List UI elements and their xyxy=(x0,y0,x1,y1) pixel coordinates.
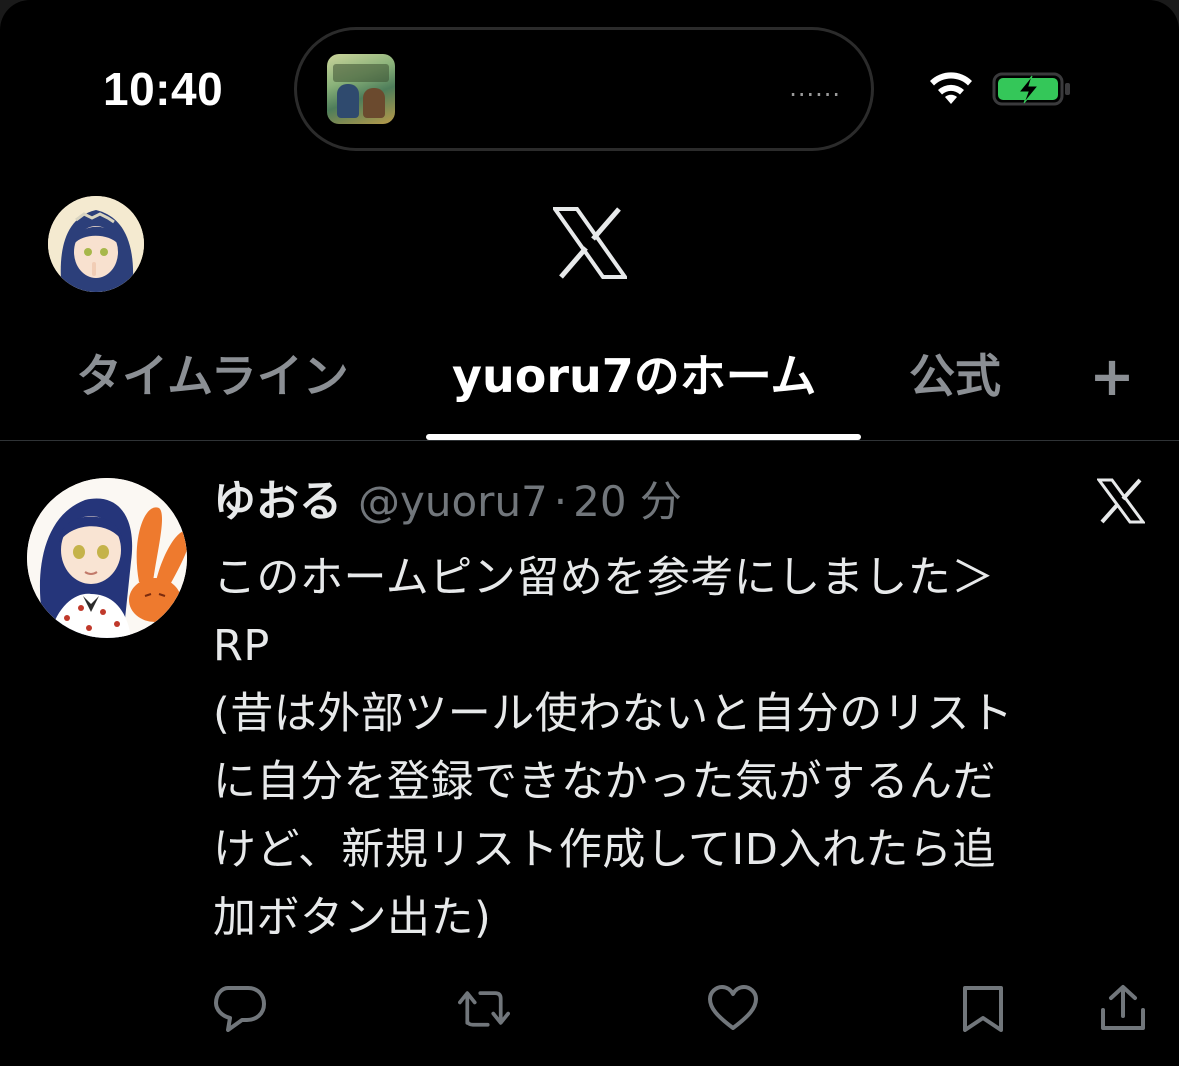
header-separator: · xyxy=(553,477,568,526)
timeline-tabs: タイムライン yuoru7のホーム 公式 + xyxy=(0,340,1179,440)
wifi-icon xyxy=(930,72,972,104)
dynamic-island[interactable]: ...... xyxy=(297,30,871,148)
tab-official[interactable]: 公式 xyxy=(909,340,1001,412)
x-logo-icon[interactable] xyxy=(553,207,627,279)
profile-avatar-button[interactable] xyxy=(48,196,144,292)
tab-timeline[interactable]: タイムライン xyxy=(76,340,349,412)
like-icon xyxy=(708,985,758,1030)
retweet-icon xyxy=(458,991,510,1027)
author-illustration-icon xyxy=(27,478,187,638)
bookmark-button[interactable] xyxy=(957,984,1009,1032)
add-tab-button[interactable]: + xyxy=(1088,348,1136,406)
reply-button[interactable] xyxy=(214,984,266,1032)
share-button[interactable] xyxy=(1097,984,1149,1032)
tab-yuoru7-home[interactable]: yuoru7のホーム xyxy=(452,340,816,412)
tweet-author-avatar[interactable] xyxy=(27,478,187,638)
author-name[interactable]: ゆおる xyxy=(213,477,342,527)
battery-charging-icon xyxy=(992,72,1070,106)
retweet-button[interactable] xyxy=(458,984,510,1032)
tweet-header: ゆおる @yuoru7 · 20 分 xyxy=(213,474,682,530)
author-handle[interactable]: @yuoru7 xyxy=(358,477,548,526)
island-dots: ...... xyxy=(789,74,841,102)
header-divider xyxy=(0,440,1179,441)
app-screen: 10:40 ...... タイムライン yuoru7のホーム 公式 + ゆおる … xyxy=(0,0,1179,1066)
avatar-illustration-icon xyxy=(48,196,144,292)
status-time: 10:40 xyxy=(103,63,224,115)
tweet-timestamp[interactable]: 20 分 xyxy=(573,477,682,526)
reply-icon xyxy=(214,986,266,1032)
bookmark-icon xyxy=(963,986,1003,1032)
share-icon xyxy=(1101,985,1145,1030)
like-button[interactable] xyxy=(707,984,759,1032)
tweet-text[interactable]: このホームピン留めを参考にしました＞ RP (昔は外部ツール使わないと自分のリス… xyxy=(213,544,1153,952)
now-playing-artwork[interactable] xyxy=(327,54,395,124)
x-icon xyxy=(1097,478,1145,524)
